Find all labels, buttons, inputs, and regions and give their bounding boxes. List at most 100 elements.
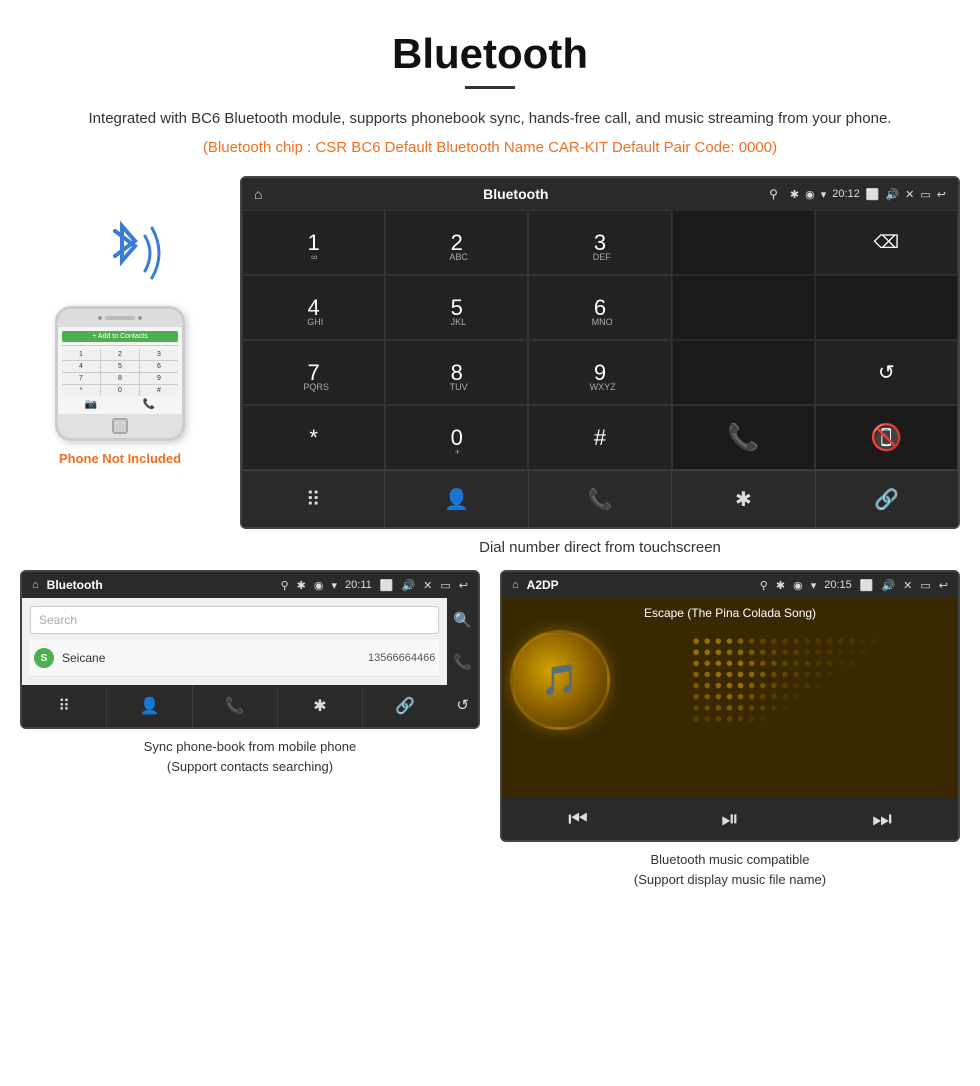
page-description: Integrated with BC6 Bluetooth module, su… (60, 107, 920, 131)
music-visualizer (620, 630, 950, 730)
phone-key-7: 7 (62, 373, 100, 384)
wifi-icon: ▾ (821, 188, 827, 201)
phone-section: + Add to Contacts 1 2 3 4 5 6 7 8 9 * 0 … (20, 176, 220, 466)
phone-top-bar (58, 309, 182, 327)
back-icon[interactable]: ↩ (937, 188, 946, 201)
pb-loc-icon: ◉ (314, 579, 324, 592)
bt-icon-container (80, 216, 160, 296)
dial-key-5[interactable]: 5JKL (385, 275, 528, 340)
dial-key-2[interactable]: 2ABC (385, 210, 528, 275)
dial-key-9[interactable]: 9WXYZ (528, 340, 671, 405)
phonebook-toolbar: ⠿ 👤 📞 ✱ 🔗 (22, 685, 447, 727)
phone-camera-icon: 📷 (85, 399, 97, 410)
car-screen-main: ⌂ Bluetooth ⚲ ✱ ◉ ▾ 20:12 ⬜ 🔊 ✕ ▭ ↩ (240, 176, 960, 570)
music-home-icon[interactable]: ⌂ (512, 579, 519, 591)
contact-row[interactable]: S Seicane 13566664466 (30, 640, 439, 677)
dialpad-grid: 1∞ 2ABC 3DEF ⌫ 4GHI 5JKL 6MNO 7PQRS 8TUV… (242, 210, 958, 470)
pb-call-icon[interactable]: 📞 (453, 653, 472, 671)
pb-toolbar-link[interactable]: 🔗 (363, 685, 447, 727)
main-screen-title: Bluetooth (274, 186, 757, 202)
phone-camera (138, 316, 142, 320)
pb-screen-title: Bluetooth (47, 578, 273, 592)
dial-call-green[interactable]: 📞 (672, 405, 815, 470)
pb-time: 20:11 (345, 579, 372, 591)
music-win-icon: ▭ (920, 579, 930, 592)
phone-key-1: 1 (62, 349, 100, 360)
music-back-icon[interactable]: ↩ (939, 579, 948, 592)
dial-key-star[interactable]: * (242, 405, 385, 470)
main-content: + Add to Contacts 1 2 3 4 5 6 7 8 9 * 0 … (0, 176, 980, 570)
music-prev[interactable]: ⏮ (502, 806, 654, 832)
music-usb-icon: ⚲ (760, 579, 768, 592)
status-icons: ✱ ◉ ▾ 20:12 ⬜ 🔊 ✕ ▭ ↩ (790, 188, 946, 201)
phone-key-hash: # (140, 385, 178, 396)
camera-icon: ⬜ (866, 188, 880, 201)
title-underline (465, 86, 515, 89)
time-display: 20:12 (832, 188, 860, 200)
phone-key-4: 4 (62, 361, 100, 372)
phonebook-screen-wrap: ⌂ Bluetooth ⚲ ✱ ◉ ▾ 20:11 ⬜ 🔊 ✕ ▭ ↩ (20, 570, 480, 889)
music-status-bar: ⌂ A2DP ⚲ ✱ ◉ ▾ 20:15 ⬜ 🔊 ✕ ▭ ↩ (502, 572, 958, 598)
phone-speaker (98, 316, 102, 320)
pb-usb-icon: ⚲ (281, 579, 289, 592)
pb-cam-icon: ⬜ (380, 579, 394, 592)
dial-key-3[interactable]: 3DEF (528, 210, 671, 275)
music-wifi-icon: ▾ (811, 579, 817, 592)
phone-mockup: + Add to Contacts 1 2 3 4 5 6 7 8 9 * 0 … (55, 306, 185, 441)
pb-toolbar-phone[interactable]: 📞 (193, 685, 278, 727)
contact-name: Seicane (62, 651, 368, 665)
phone-divider (62, 345, 178, 346)
usb-icon: ⚲ (769, 187, 778, 201)
music-vol-icon: 🔊 (881, 579, 895, 592)
pb-back-icon[interactable]: ↩ (459, 579, 468, 592)
pb-toolbar-apps[interactable]: ⠿ (22, 685, 107, 727)
toolbar-phone[interactable]: 📞 (529, 471, 672, 527)
phone-call-icon: 📞 (143, 399, 155, 410)
pb-bt-icon: ✱ (297, 579, 306, 592)
phonebook-content: Search S Seicane 13566664466 (22, 598, 447, 685)
song-title: Escape (The Pina Colada Song) (644, 606, 816, 620)
phone-bottom-bar (58, 414, 182, 438)
dial-empty-2 (672, 275, 815, 340)
toolbar-apps[interactable]: ⠿ (242, 471, 385, 527)
pb-home-icon[interactable]: ⌂ (32, 579, 39, 591)
toolbar-link[interactable]: 🔗 (816, 471, 958, 527)
dial-key-6[interactable]: 6MNO (528, 275, 671, 340)
dial-empty-3 (815, 275, 958, 340)
dial-key-7[interactable]: 7PQRS (242, 340, 385, 405)
phone-key-6: 6 (140, 361, 178, 372)
dial-key-1[interactable]: 1∞ (242, 210, 385, 275)
music-screen-title: A2DP (527, 578, 752, 592)
dial-key-8[interactable]: 8TUV (385, 340, 528, 405)
pb-refresh-icon[interactable]: ↺ (453, 696, 472, 714)
dial-refresh[interactable]: ↺ (815, 340, 958, 405)
volume-icon: 🔊 (885, 188, 899, 201)
phonebook-main-area: Search S Seicane 13566664466 ⠿ 👤 📞 (22, 598, 447, 727)
dial-key-hash[interactable]: # (528, 405, 671, 470)
music-main-area: 🎵 (510, 630, 950, 730)
pb-toolbar-contacts[interactable]: 👤 (107, 685, 192, 727)
contact-avatar: S (34, 648, 54, 668)
location-icon: ◉ (805, 188, 815, 201)
main-screen-caption: Dial number direct from touchscreen (240, 539, 960, 556)
toolbar-contacts[interactable]: 👤 (385, 471, 528, 527)
album-bt-symbol: 🎵 (541, 663, 578, 698)
dial-call-red[interactable]: 📵 (815, 405, 958, 470)
music-play-pause[interactable]: ⏯ (654, 806, 806, 832)
main-toolbar: ⠿ 👤 📞 ✱ 🔗 (242, 470, 958, 527)
search-bar[interactable]: Search (30, 606, 439, 634)
dial-backspace[interactable]: ⌫ (815, 210, 958, 275)
dial-key-0[interactable]: 0+ (385, 405, 528, 470)
main-status-bar: ⌂ Bluetooth ⚲ ✱ ◉ ▾ 20:12 ⬜ 🔊 ✕ ▭ ↩ (242, 178, 958, 210)
dial-key-4[interactable]: 4GHI (242, 275, 385, 340)
music-time: 20:15 (824, 579, 852, 591)
toolbar-bluetooth[interactable]: ✱ (672, 471, 815, 527)
pb-vol-icon: 🔊 (401, 579, 415, 592)
music-next[interactable]: ⏭ (806, 806, 958, 832)
pb-search-icon[interactable]: 🔍 (453, 611, 472, 629)
window-icon: ▭ (920, 188, 930, 201)
pb-toolbar-bluetooth[interactable]: ✱ (278, 685, 363, 727)
home-icon[interactable]: ⌂ (254, 186, 262, 202)
bluetooth-waves-icon (80, 216, 170, 291)
music-loc-icon: ◉ (793, 579, 803, 592)
